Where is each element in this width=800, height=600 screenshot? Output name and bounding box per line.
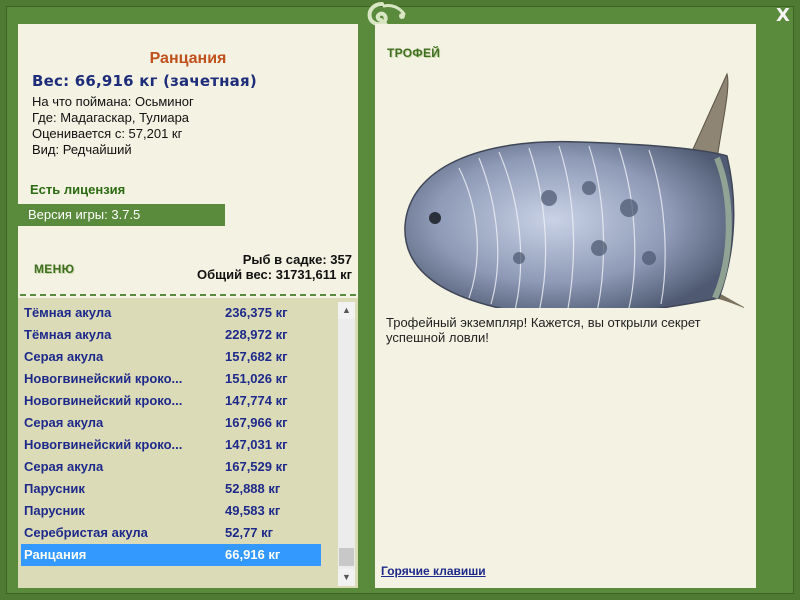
- trophy-panel: ТРОФЕЙ Трофейный экземпляр! Кажется, вы …: [375, 24, 756, 588]
- catch-list-item[interactable]: Ранцания 66,916 кг: [21, 544, 321, 566]
- cage-stats: Рыб в садке: 357 Общий вес: 31731,611 кг: [197, 252, 352, 282]
- catch-fish-name: Ранцания: [24, 547, 87, 562]
- fish-details-panel: Ранцания Вес: 66,916 кг (зачетная) На чт…: [18, 24, 358, 588]
- info-location: Где: Мадагаскар, Тулиара: [32, 110, 190, 125]
- fish-weight: Вес: 66,916 кг (зачетная): [32, 72, 257, 90]
- catch-fish-name: Тёмная акула: [24, 327, 112, 342]
- catch-fish-name: Серая акула: [24, 349, 104, 364]
- catch-fish-name: Парусник: [24, 503, 85, 518]
- list-scrollbar[interactable]: ▲ ▼: [338, 302, 355, 586]
- game-version: Версия игры: 3.7.5: [18, 204, 225, 226]
- catch-fish-name: Парусник: [24, 481, 85, 496]
- scroll-thumb[interactable]: [339, 548, 354, 566]
- info-trophy-threshold: Оценивается с: 57,201 кг: [32, 126, 183, 141]
- catch-list-item[interactable]: Парусник 52,888 кг: [21, 478, 321, 500]
- trophy-message: Трофейный экземпляр! Кажется, вы открыли…: [386, 315, 701, 345]
- catch-fish-weight: 167,966 кг: [225, 415, 288, 430]
- catch-fish-weight: 147,774 кг: [225, 393, 288, 408]
- catch-fish-name: Новогвинейский кроко...: [24, 393, 183, 408]
- info-rarity: Вид: Редчайший: [32, 142, 132, 157]
- scroll-down-icon[interactable]: ▼: [338, 569, 355, 586]
- catch-list-item[interactable]: Серая акула 167,966 кг: [21, 412, 321, 434]
- scroll-up-icon[interactable]: ▲: [338, 302, 355, 319]
- catch-fish-name: Тёмная акула: [24, 305, 112, 320]
- catch-fish-weight: 151,026 кг: [225, 371, 288, 386]
- catch-list-item[interactable]: Серебристая акула 52,77 кг: [21, 522, 321, 544]
- catch-fish-weight: 167,529 кг: [225, 459, 288, 474]
- info-bait: На что поймана: Осьминог: [32, 94, 194, 109]
- catch-list-item[interactable]: Новогвинейский кроко... 147,031 кг: [21, 434, 321, 456]
- catch-fish-weight: 147,031 кг: [225, 437, 288, 452]
- catch-fish-name: Новогвинейский кроко...: [24, 437, 183, 452]
- catch-list-item[interactable]: Тёмная акула 228,972 кг: [21, 324, 321, 346]
- catch-fish-name: Новогвинейский кроко...: [24, 371, 183, 386]
- fish-info: На что поймана: Осьминог Где: Мадагаскар…: [32, 94, 194, 158]
- fish-title: Ранцания: [149, 50, 227, 67]
- hotkeys-link[interactable]: Горячие клавиши: [381, 564, 486, 578]
- catch-list[interactable]: Тёмная акула 236,375 кг Тёмная акула 228,97…: [18, 298, 358, 588]
- divider: [20, 294, 356, 296]
- catch-fish-weight: 157,682 кг: [225, 349, 288, 364]
- catch-fish-weight: 228,972 кг: [225, 327, 288, 342]
- license-status: Есть лицензия: [30, 182, 126, 197]
- fish-count: Рыб в садке: 357: [242, 252, 352, 267]
- sunfish-image: [404, 72, 744, 308]
- catch-list-item[interactable]: Тёмная акула 236,375 кг: [21, 302, 321, 324]
- menu-button[interactable]: МЕНЮ: [34, 262, 74, 276]
- catch-fish-weight: 52,77 кг: [225, 525, 274, 540]
- catch-list-item[interactable]: Парусник 49,583 кг: [21, 500, 321, 522]
- catch-list-item[interactable]: Серая акула 157,682 кг: [21, 346, 321, 368]
- catch-list-item[interactable]: Серая акула 167,529 кг: [21, 456, 321, 478]
- total-weight: Общий вес: 31731,611 кг: [196, 267, 352, 282]
- catch-list-item[interactable]: Новогвинейский кроко... 151,026 кг: [21, 368, 321, 390]
- catch-fish-name: Серая акула: [24, 459, 104, 474]
- catch-fish-weight: 52,888 кг: [225, 481, 281, 496]
- catch-fish-name: Серебристая акула: [24, 525, 148, 540]
- catch-fish-weight: 66,916 кг: [225, 547, 281, 562]
- catch-fish-weight: 236,375 кг: [225, 305, 288, 320]
- catch-fish-weight: 49,583 кг: [225, 503, 281, 518]
- catch-list-rows: Тёмная акула 236,375 кг Тёмная акула 228,97…: [21, 302, 321, 566]
- catch-list-item[interactable]: Новогвинейский кроко... 147,774 кг: [21, 390, 321, 412]
- close-button[interactable]: X: [773, 6, 793, 26]
- catch-fish-name: Серая акула: [24, 415, 104, 430]
